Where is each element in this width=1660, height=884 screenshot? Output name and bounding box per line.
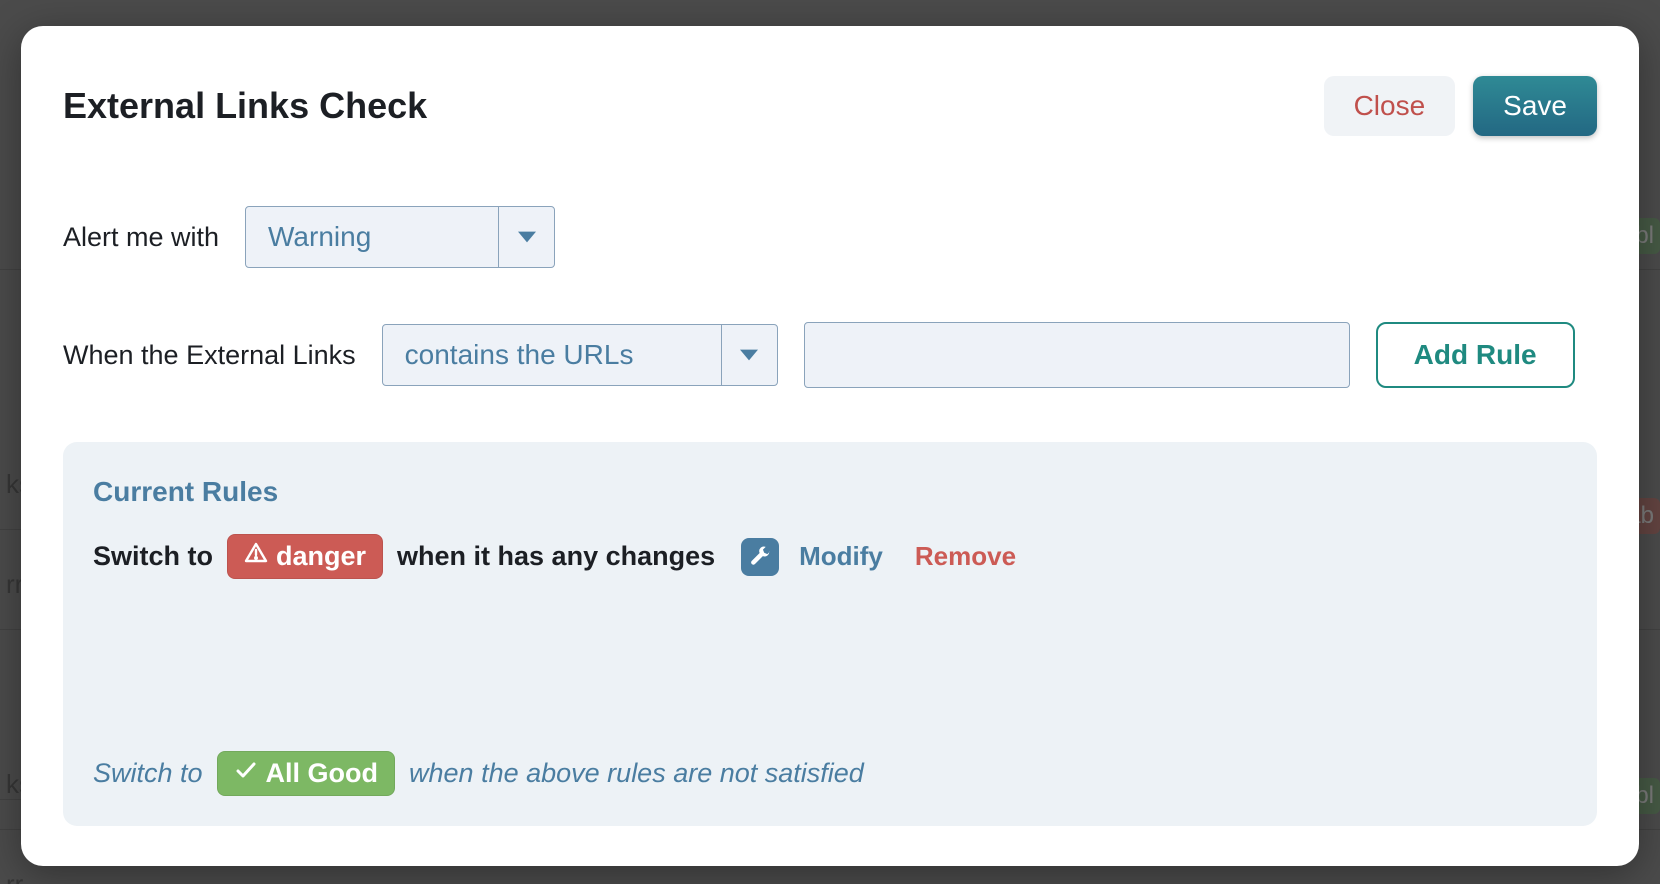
fallback-prefix: Switch to xyxy=(93,758,203,789)
add-rule-button[interactable]: Add Rule xyxy=(1376,322,1575,388)
select-alert-level-value: Warning xyxy=(246,207,498,267)
row-condition: When the External Links contains the URL… xyxy=(63,322,1597,388)
current-rules-title: Current Rules xyxy=(93,476,1567,508)
modal-header: External Links Check Close Save xyxy=(63,76,1597,136)
badge-all-good: All Good xyxy=(217,751,395,796)
badge-danger: danger xyxy=(227,534,383,579)
save-button[interactable]: Save xyxy=(1473,76,1597,136)
badge-all-good-label: All Good xyxy=(266,758,378,789)
modal-external-links-check: External Links Check Close Save Alert me… xyxy=(21,26,1639,866)
check-icon xyxy=(234,758,258,789)
warning-triangle-icon xyxy=(244,541,268,572)
select-alert-level[interactable]: Warning xyxy=(245,206,555,268)
form-area: Alert me with Warning When the External … xyxy=(63,206,1597,388)
label-when-external-links: When the External Links xyxy=(63,340,356,371)
fallback-suffix: when the above rules are not satisfied xyxy=(409,758,864,789)
fallback-rule-row: Switch to All Good when the above rules … xyxy=(93,721,1567,796)
remove-link[interactable]: Remove xyxy=(915,541,1016,572)
modify-link[interactable]: Modify xyxy=(799,541,883,572)
header-buttons: Close Save xyxy=(1324,76,1597,136)
input-url-value[interactable] xyxy=(804,322,1350,388)
modal-overlay: External Links Check Close Save Alert me… xyxy=(0,0,1660,884)
current-rules-panel: Current Rules Switch to danger when it h… xyxy=(63,442,1597,826)
badge-danger-label: danger xyxy=(276,541,366,572)
select-condition[interactable]: contains the URLs xyxy=(382,324,778,386)
chevron-down-icon xyxy=(498,207,554,267)
row-alert-level: Alert me with Warning xyxy=(63,206,1597,268)
wrench-icon[interactable] xyxy=(741,538,779,576)
rule-row: Switch to danger when it has any changes… xyxy=(93,534,1567,579)
modal-title: External Links Check xyxy=(63,85,427,127)
rule-condition: when it has any changes xyxy=(397,541,715,572)
select-condition-value: contains the URLs xyxy=(383,325,721,385)
label-alert-me-with: Alert me with xyxy=(63,222,219,253)
rule-prefix: Switch to xyxy=(93,541,213,572)
close-button[interactable]: Close xyxy=(1324,76,1456,136)
chevron-down-icon xyxy=(721,325,777,385)
